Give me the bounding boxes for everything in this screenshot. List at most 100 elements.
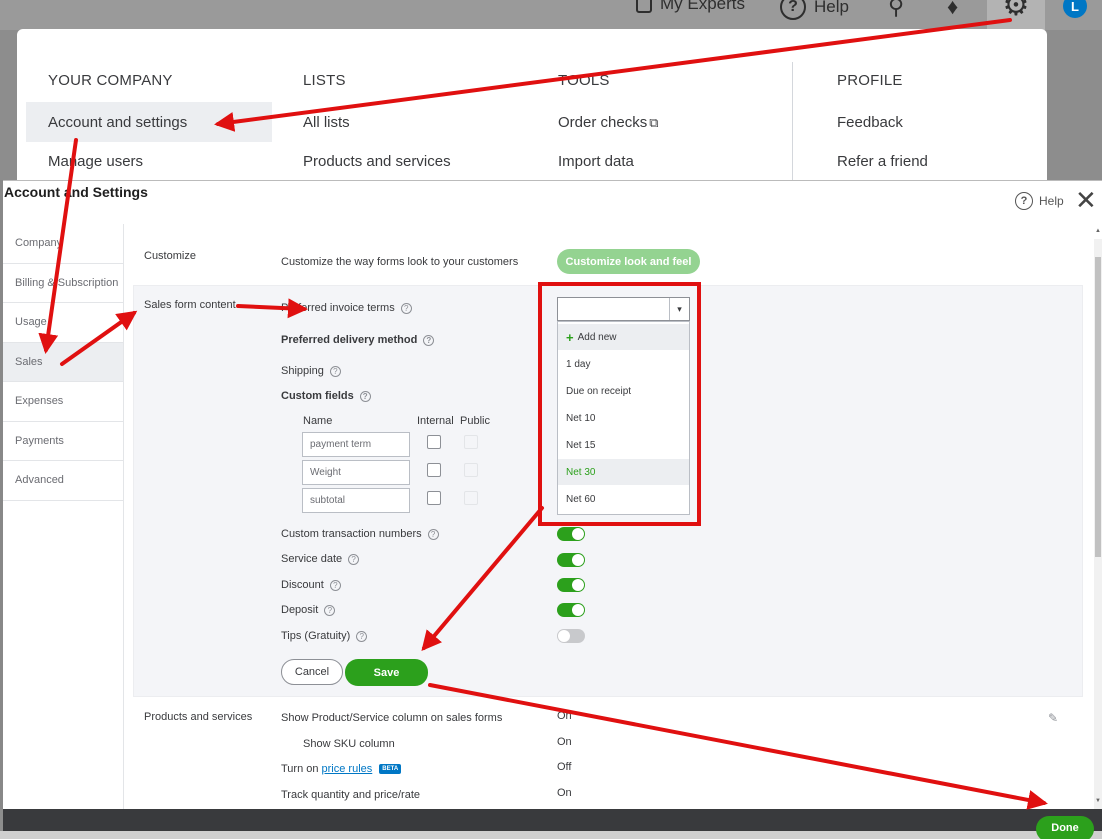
menu-heading-tools: TOOLS	[558, 72, 610, 89]
toggle-knob	[572, 579, 584, 591]
nav-item-expenses[interactable]: Expenses	[3, 382, 123, 422]
dialog-help-button[interactable]: ? Help	[1015, 192, 1064, 210]
info-icon: ?	[329, 579, 341, 591]
menu-item-manage-users[interactable]: Manage users	[48, 153, 143, 170]
settings-menu: YOUR COMPANY Account and settings Manage…	[17, 29, 1047, 189]
my-experts-label: My Experts	[660, 0, 746, 13]
terms-option[interactable]: Net 10	[558, 405, 689, 431]
save-button[interactable]: Save	[345, 659, 428, 686]
nav-item-payments[interactable]: Payments	[3, 422, 123, 461]
menu-item-order-checks[interactable]: Order checks ⧉	[558, 114, 659, 131]
pencil-icon[interactable]: ✎	[1048, 711, 1058, 725]
menu-item-all-lists[interactable]: All lists	[303, 114, 350, 131]
plus-icon: +	[566, 329, 574, 345]
terms-option[interactable]: Net 15	[558, 432, 689, 458]
search-icon: ⚲	[888, 0, 905, 19]
custom-field-input[interactable]: Weight	[302, 460, 410, 485]
search-button[interactable]: ⚲	[888, 0, 904, 20]
price-rules-link[interactable]: price rules	[322, 763, 373, 775]
discount-toggle[interactable]	[557, 578, 585, 592]
toggle-label-text: Custom transaction numbers	[281, 528, 422, 540]
menu-divider	[792, 62, 793, 189]
preferred-delivery-label: Preferred delivery method?	[281, 334, 435, 346]
invoice-terms-select[interactable]: ▾	[557, 297, 690, 321]
tips-label: Tips (Gratuity)?	[281, 630, 368, 642]
product-service-column-value: On	[557, 710, 572, 722]
custom-field-input[interactable]: subtotal	[302, 488, 410, 513]
invoice-terms-options: + Add new 1 day Due on receipt Net 10 Net…	[557, 321, 690, 515]
scrollbar[interactable]	[1094, 239, 1102, 809]
terms-option[interactable]: 1 day	[558, 351, 689, 377]
menu-item-import-data[interactable]: Import data	[558, 153, 634, 170]
terms-option[interactable]: Due on receipt	[558, 378, 689, 404]
info-icon: ?	[423, 334, 435, 346]
sku-column-label: Show SKU column	[303, 738, 395, 750]
price-rules-value: Off	[557, 761, 572, 773]
my-experts-link[interactable]: My Experts	[636, 0, 745, 14]
nav-item-usage[interactable]: Usage	[3, 303, 123, 343]
settings-side-nav: Company Billing & Subscription Usage Sal…	[3, 224, 123, 501]
terms-option-add-new[interactable]: + Add new	[558, 324, 689, 350]
scrollbar-thumb[interactable]	[1095, 257, 1101, 557]
preferred-delivery-text: Preferred delivery method	[281, 334, 418, 346]
menu-item-account-settings[interactable]: Account and settings	[26, 102, 272, 142]
service-date-toggle[interactable]	[557, 553, 585, 567]
custom-transaction-numbers-label: Custom transaction numbers?	[281, 528, 439, 540]
public-checkbox[interactable]	[464, 491, 478, 505]
scroll-down-icon[interactable]: ▼	[1095, 798, 1101, 804]
close-icon[interactable]: ✕	[1075, 187, 1097, 213]
custom-field-input[interactable]: payment term	[302, 432, 410, 457]
experts-icon	[636, 0, 652, 13]
done-button[interactable]: Done	[1036, 816, 1094, 839]
nav-item-advanced[interactable]: Advanced	[3, 461, 123, 501]
settings-button[interactable]: ⚙	[987, 0, 1045, 30]
service-date-label: Service date?	[281, 553, 360, 565]
deposit-toggle[interactable]	[557, 603, 585, 617]
nav-item-company[interactable]: Company	[3, 224, 123, 264]
toggle-label-text: Service date	[281, 553, 343, 565]
track-quantity-value: On	[557, 787, 572, 799]
menu-item-products-services[interactable]: Products and services	[303, 153, 451, 170]
bell-icon: ♦	[947, 0, 959, 19]
tips-toggle[interactable]	[557, 629, 585, 643]
column-internal: Internal	[417, 415, 454, 427]
terms-option[interactable]: Net 60	[558, 486, 689, 512]
preferred-invoice-terms-label: Preferred invoice terms?	[281, 302, 412, 314]
nav-item-billing[interactable]: Billing & Subscription	[3, 264, 123, 303]
nav-divider	[123, 224, 124, 810]
beta-badge: BETA	[379, 764, 402, 774]
terms-option-selected[interactable]: Net 30	[558, 459, 689, 485]
custom-transaction-numbers-toggle[interactable]	[557, 527, 585, 541]
top-bar: My Experts ? Help ⚲ ♦ ⚙ L	[0, 0, 1102, 30]
gear-icon: ⚙	[1002, 0, 1030, 22]
scroll-up-icon[interactable]: ▲	[1095, 228, 1101, 234]
info-icon: ?	[329, 365, 341, 377]
menu-heading-lists: LISTS	[303, 72, 346, 89]
menu-item-feedback[interactable]: Feedback	[837, 114, 903, 131]
avatar[interactable]: L	[1063, 0, 1087, 18]
toggle-knob	[558, 630, 570, 642]
custom-fields-label: Custom fields?	[281, 390, 371, 402]
info-icon: ?	[356, 630, 368, 642]
section-products-services: Products and services	[144, 711, 253, 723]
internal-checkbox[interactable]	[427, 435, 441, 449]
shipping-text: Shipping	[281, 365, 324, 377]
info-icon: ?	[427, 528, 439, 540]
nav-item-sales[interactable]: Sales	[3, 342, 123, 382]
shipping-label: Shipping?	[281, 365, 341, 377]
customize-description: Customize the way forms look to your cus…	[281, 256, 519, 268]
public-checkbox[interactable]	[464, 463, 478, 477]
help-link[interactable]: ? Help	[780, 0, 849, 20]
chevron-down-icon: ▾	[669, 298, 689, 320]
customize-look-feel-button[interactable]: Customize look and feel	[557, 249, 700, 274]
menu-item-refer-friend[interactable]: Refer a friend	[837, 153, 928, 170]
cancel-button[interactable]: Cancel	[281, 659, 343, 685]
toggle-label-text: Discount	[281, 579, 324, 591]
info-icon: ?	[359, 390, 371, 402]
toggle-knob	[572, 554, 584, 566]
discount-label: Discount?	[281, 579, 341, 591]
notifications-button[interactable]: ♦	[947, 0, 958, 20]
public-checkbox[interactable]	[464, 435, 478, 449]
internal-checkbox[interactable]	[427, 491, 441, 505]
internal-checkbox[interactable]	[427, 463, 441, 477]
